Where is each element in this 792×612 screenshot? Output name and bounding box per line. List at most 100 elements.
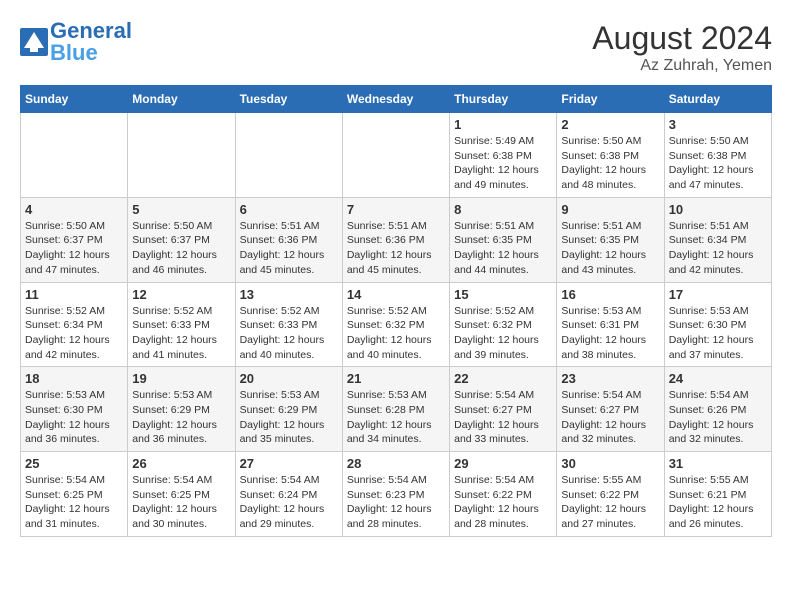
logo-icon [20,28,48,56]
calendar-cell: 27 Sunrise: 5:54 AM Sunset: 6:24 PM Dayli… [235,452,342,537]
calendar-cell: 13 Sunrise: 5:52 AM Sunset: 6:33 PM Dayli… [235,282,342,367]
day-info: Sunrise: 5:51 AM Sunset: 6:35 PM Dayligh… [454,219,552,278]
day-info: Sunrise: 5:50 AM Sunset: 6:37 PM Dayligh… [132,219,230,278]
calendar-cell: 7 Sunrise: 5:51 AM Sunset: 6:36 PM Daylig… [342,197,449,282]
day-of-week-header: Tuesday [235,86,342,113]
day-number: 4 [25,202,123,217]
day-info: Sunrise: 5:54 AM Sunset: 6:25 PM Dayligh… [132,473,230,532]
calendar-header-row: SundayMondayTuesdayWednesdayThursdayFrid… [21,86,772,113]
calendar-cell: 30 Sunrise: 5:55 AM Sunset: 6:22 PM Dayli… [557,452,664,537]
calendar-week-row: 4 Sunrise: 5:50 AM Sunset: 6:37 PM Daylig… [21,197,772,282]
calendar-cell: 24Sunrise: 5:54 AM Sunset: 6:26 PM Dayli… [664,367,771,452]
day-info: Sunrise: 5:53 AM Sunset: 6:29 PM Dayligh… [240,388,338,447]
day-of-week-header: Wednesday [342,86,449,113]
day-number: 27 [240,456,338,471]
day-number: 7 [347,202,445,217]
day-number: 15 [454,287,552,302]
day-number: 9 [561,202,659,217]
day-info: Sunrise: 5:54 AM Sunset: 6:26 PM Dayligh… [669,388,767,447]
day-of-week-header: Saturday [664,86,771,113]
calendar-cell: 15Sunrise: 5:52 AM Sunset: 6:32 PM Dayli… [450,282,557,367]
location: Az Zuhrah, Yemen [592,57,772,75]
day-number: 25 [25,456,123,471]
calendar-cell [128,113,235,198]
logo-text: GeneralBlue [50,20,132,64]
day-number: 20 [240,371,338,386]
day-number: 19 [132,371,230,386]
day-number: 16 [561,287,659,302]
day-info: Sunrise: 5:52 AM Sunset: 6:34 PM Dayligh… [25,304,123,363]
day-info: Sunrise: 5:54 AM Sunset: 6:24 PM Dayligh… [240,473,338,532]
day-number: 10 [669,202,767,217]
day-of-week-header: Thursday [450,86,557,113]
calendar-cell: 28Sunrise: 5:54 AM Sunset: 6:23 PM Dayli… [342,452,449,537]
day-info: Sunrise: 5:52 AM Sunset: 6:32 PM Dayligh… [347,304,445,363]
day-info: Sunrise: 5:53 AM Sunset: 6:30 PM Dayligh… [669,304,767,363]
calendar-table: SundayMondayTuesdayWednesdayThursdayFrid… [20,85,772,537]
day-number: 3 [669,117,767,132]
day-info: Sunrise: 5:51 AM Sunset: 6:36 PM Dayligh… [347,219,445,278]
day-number: 8 [454,202,552,217]
calendar-cell: 2 Sunrise: 5:50 AM Sunset: 6:38 PM Daylig… [557,113,664,198]
calendar-cell: 25 Sunrise: 5:54 AM Sunset: 6:25 PM Dayli… [21,452,128,537]
day-number: 22 [454,371,552,386]
day-number: 29 [454,456,552,471]
calendar-cell [235,113,342,198]
day-info: Sunrise: 5:52 AM Sunset: 6:33 PM Dayligh… [132,304,230,363]
day-info: Sunrise: 5:54 AM Sunset: 6:27 PM Dayligh… [561,388,659,447]
calendar-cell [342,113,449,198]
day-number: 18 [25,371,123,386]
day-of-week-header: Friday [557,86,664,113]
calendar-cell: 3 Sunrise: 5:50 AM Sunset: 6:38 PM Daylig… [664,113,771,198]
calendar-cell [21,113,128,198]
calendar-cell: 5 Sunrise: 5:50 AM Sunset: 6:37 PM Daylig… [128,197,235,282]
day-number: 13 [240,287,338,302]
calendar-body: 1 Sunrise: 5:49 AM Sunset: 6:38 PM Daylig… [21,113,772,537]
calendar-cell: 29Sunrise: 5:54 AM Sunset: 6:22 PM Dayli… [450,452,557,537]
title-block: August 2024 Az Zuhrah, Yemen [592,20,772,75]
calendar-week-row: 25 Sunrise: 5:54 AM Sunset: 6:25 PM Dayli… [21,452,772,537]
day-info: Sunrise: 5:53 AM Sunset: 6:29 PM Dayligh… [132,388,230,447]
day-of-week-header: Sunday [21,86,128,113]
day-number: 1 [454,117,552,132]
calendar-cell: 1 Sunrise: 5:49 AM Sunset: 6:38 PM Daylig… [450,113,557,198]
day-info: Sunrise: 5:54 AM Sunset: 6:27 PM Dayligh… [454,388,552,447]
day-number: 31 [669,456,767,471]
day-info: Sunrise: 5:50 AM Sunset: 6:38 PM Dayligh… [561,134,659,193]
page-header: GeneralBlue August 2024 Az Zuhrah, Yemen [20,20,772,75]
day-number: 26 [132,456,230,471]
day-info: Sunrise: 5:51 AM Sunset: 6:34 PM Dayligh… [669,219,767,278]
day-number: 2 [561,117,659,132]
day-info: Sunrise: 5:54 AM Sunset: 6:25 PM Dayligh… [25,473,123,532]
day-number: 11 [25,287,123,302]
day-info: Sunrise: 5:55 AM Sunset: 6:22 PM Dayligh… [561,473,659,532]
calendar-week-row: 11 Sunrise: 5:52 AM Sunset: 6:34 PM Dayli… [21,282,772,367]
day-number: 17 [669,287,767,302]
calendar-cell: 22 Sunrise: 5:54 AM Sunset: 6:27 PM Dayli… [450,367,557,452]
day-number: 5 [132,202,230,217]
day-info: Sunrise: 5:53 AM Sunset: 6:31 PM Dayligh… [561,304,659,363]
day-info: Sunrise: 5:50 AM Sunset: 6:38 PM Dayligh… [669,134,767,193]
calendar-cell: 10 Sunrise: 5:51 AM Sunset: 6:34 PM Dayli… [664,197,771,282]
day-info: Sunrise: 5:49 AM Sunset: 6:38 PM Dayligh… [454,134,552,193]
calendar-cell: 11 Sunrise: 5:52 AM Sunset: 6:34 PM Dayli… [21,282,128,367]
calendar-cell: 31 Sunrise: 5:55 AM Sunset: 6:21 PM Dayli… [664,452,771,537]
calendar-cell: 4Sunrise: 5:50 AM Sunset: 6:37 PM Daylig… [21,197,128,282]
day-number: 21 [347,371,445,386]
calendar-cell: 12 Sunrise: 5:52 AM Sunset: 6:33 PM Dayli… [128,282,235,367]
logo: GeneralBlue [20,20,132,64]
day-number: 23 [561,371,659,386]
calendar-cell: 14Sunrise: 5:52 AM Sunset: 6:32 PM Dayli… [342,282,449,367]
calendar-cell: 18 Sunrise: 5:53 AM Sunset: 6:30 PM Dayli… [21,367,128,452]
day-number: 28 [347,456,445,471]
day-info: Sunrise: 5:53 AM Sunset: 6:28 PM Dayligh… [347,388,445,447]
day-number: 12 [132,287,230,302]
calendar-cell: 9Sunrise: 5:51 AM Sunset: 6:35 PM Daylig… [557,197,664,282]
day-number: 30 [561,456,659,471]
day-of-week-header: Monday [128,86,235,113]
calendar-cell: 21 Sunrise: 5:53 AM Sunset: 6:28 PM Dayli… [342,367,449,452]
day-info: Sunrise: 5:55 AM Sunset: 6:21 PM Dayligh… [669,473,767,532]
day-number: 6 [240,202,338,217]
day-info: Sunrise: 5:52 AM Sunset: 6:33 PM Dayligh… [240,304,338,363]
day-info: Sunrise: 5:53 AM Sunset: 6:30 PM Dayligh… [25,388,123,447]
